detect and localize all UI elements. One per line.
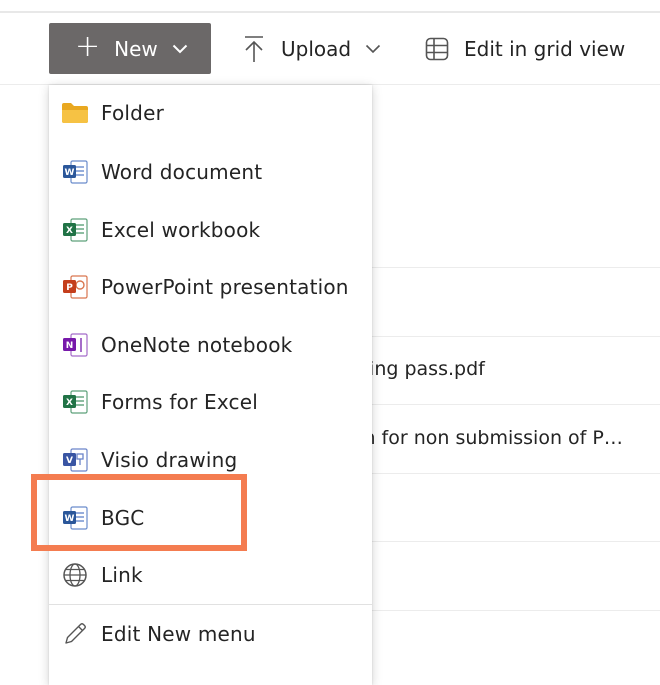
menu-item-link[interactable]: Link bbox=[49, 550, 372, 600]
upload-label: Upload bbox=[281, 36, 352, 61]
menu-item-label: Edit New menu bbox=[101, 622, 256, 646]
upload-button[interactable]: Upload bbox=[243, 23, 381, 74]
menu-item-label: Visio drawing bbox=[101, 448, 238, 472]
list-divider bbox=[372, 267, 660, 268]
menu-item-label: OneNote notebook bbox=[101, 333, 293, 357]
menu-item-word-document[interactable]: W Word document bbox=[49, 147, 372, 197]
excel-icon: X bbox=[61, 388, 89, 416]
globe-icon bbox=[61, 561, 89, 589]
list-divider bbox=[372, 404, 660, 405]
chevron-down-icon bbox=[172, 44, 188, 54]
menu-item-onenote-notebook[interactable]: N OneNote notebook bbox=[49, 320, 372, 370]
svg-text:N: N bbox=[66, 341, 74, 351]
menu-item-powerpoint-presentation[interactable]: P PowerPoint presentation bbox=[49, 262, 372, 312]
svg-text:V: V bbox=[66, 456, 73, 466]
list-divider bbox=[372, 610, 660, 611]
svg-text:P: P bbox=[66, 283, 73, 293]
new-menu: Folder W Word document X Excel workbook … bbox=[49, 85, 372, 685]
menu-item-label: Word document bbox=[101, 160, 263, 184]
list-item[interactable]: ding pass.pdf bbox=[357, 358, 485, 380]
word-icon: W bbox=[61, 158, 89, 186]
list-divider bbox=[372, 473, 660, 474]
menu-divider bbox=[49, 604, 372, 605]
list-item[interactable]: m for non submission of P… bbox=[357, 427, 623, 449]
folder-icon bbox=[61, 99, 89, 127]
chevron-down-icon bbox=[365, 44, 381, 54]
svg-text:X: X bbox=[66, 398, 73, 408]
new-button[interactable]: + New bbox=[49, 23, 211, 74]
powerpoint-icon: P bbox=[61, 273, 89, 301]
edit-grid-view-button[interactable]: Edit in grid view bbox=[425, 23, 625, 74]
menu-item-edit-new-menu[interactable]: Edit New menu bbox=[49, 609, 372, 659]
svg-text:W: W bbox=[65, 168, 75, 178]
menu-item-forms-for-excel[interactable]: X Forms for Excel bbox=[49, 377, 372, 427]
edit-grid-view-label: Edit in grid view bbox=[464, 36, 626, 61]
new-button-label: New bbox=[114, 36, 158, 61]
menu-item-label: Folder bbox=[101, 101, 165, 125]
grid-icon bbox=[425, 37, 449, 61]
menu-item-label: PowerPoint presentation bbox=[101, 275, 349, 299]
onenote-icon: N bbox=[61, 331, 89, 359]
pencil-icon bbox=[61, 620, 89, 648]
menu-item-folder[interactable]: Folder bbox=[49, 88, 372, 138]
menu-item-excel-workbook[interactable]: X Excel workbook bbox=[49, 205, 372, 255]
list-divider bbox=[372, 541, 660, 542]
list-divider bbox=[372, 336, 660, 337]
upload-icon bbox=[243, 35, 265, 63]
highlight-box bbox=[31, 474, 247, 551]
svg-text:X: X bbox=[66, 226, 73, 236]
plus-icon: + bbox=[75, 29, 101, 64]
visio-icon: V bbox=[61, 446, 89, 474]
menu-item-label: Excel workbook bbox=[101, 218, 261, 242]
top-border bbox=[0, 11, 660, 13]
menu-item-label: Forms for Excel bbox=[101, 390, 258, 414]
excel-icon: X bbox=[61, 216, 89, 244]
menu-item-label: Link bbox=[101, 563, 143, 587]
